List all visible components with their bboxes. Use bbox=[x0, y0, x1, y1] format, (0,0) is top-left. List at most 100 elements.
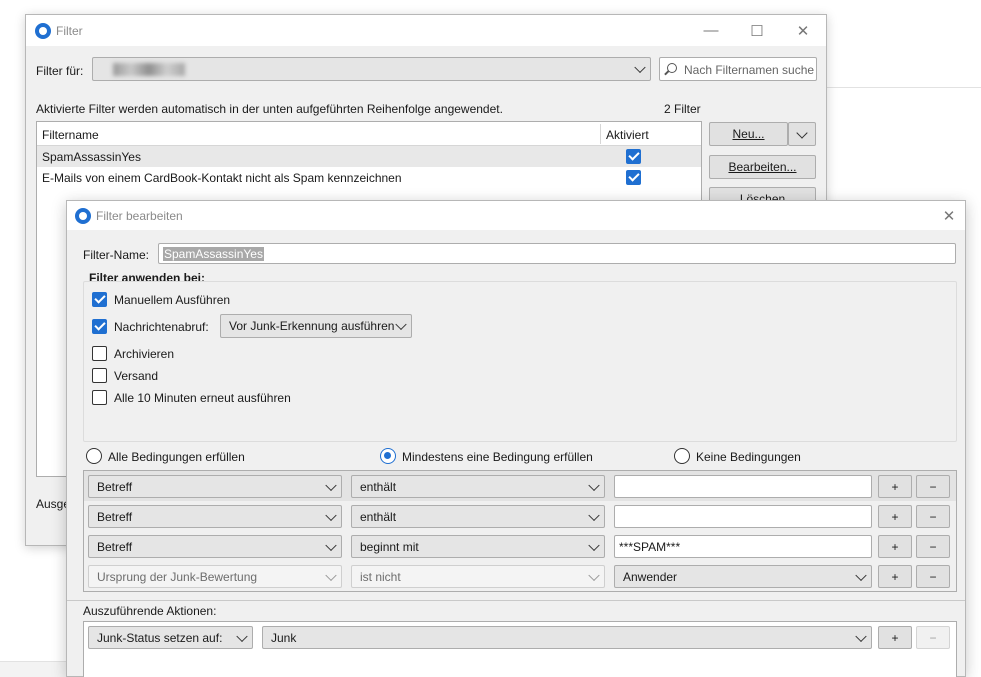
match-none-label[interactable]: Keine Bedingungen bbox=[696, 450, 801, 464]
filter-count: 2 Filter bbox=[664, 102, 701, 116]
rule-value-input[interactable]: ***SPAM*** bbox=[614, 535, 872, 558]
remove-rule-button[interactable]: − bbox=[916, 505, 950, 528]
filter-row[interactable]: SpamAssassinYes bbox=[37, 146, 701, 167]
chevron-down-icon bbox=[855, 569, 867, 581]
rule-row: Betreff beginnt mit ***SPAM*** + − bbox=[84, 531, 956, 561]
fetch-mail-label[interactable]: Nachrichtenabruf: bbox=[114, 320, 209, 334]
background-window-header bbox=[826, 0, 981, 88]
archive-checkbox[interactable] bbox=[92, 346, 107, 361]
chevron-down-icon bbox=[588, 509, 600, 521]
rule-operator-select[interactable]: beginnt mit bbox=[351, 535, 605, 558]
thunderbird-logo-icon bbox=[35, 23, 51, 39]
archive-label[interactable]: Archivieren bbox=[114, 347, 174, 361]
filter-order-info: Aktivierte Filter werden automatisch in … bbox=[36, 102, 503, 116]
thunderbird-logo-icon bbox=[75, 208, 91, 224]
rule-field-select[interactable]: Betreff bbox=[88, 505, 342, 528]
send-checkbox[interactable] bbox=[92, 368, 107, 383]
chevron-down-icon bbox=[588, 539, 600, 551]
fetch-timing-select[interactable]: Vor Junk-Erkennung ausführen bbox=[220, 314, 412, 338]
chevron-down-icon bbox=[588, 479, 600, 491]
chevron-down-icon bbox=[325, 479, 337, 491]
match-any-label[interactable]: Mindestens eine Bedingung erfüllen bbox=[402, 450, 593, 464]
edit-filter-titlebar: Filter bearbeiten ✕ bbox=[67, 201, 965, 230]
rules-list: Betreff enthält + − Betreff enthält + − bbox=[83, 470, 957, 592]
send-label[interactable]: Versand bbox=[114, 369, 158, 383]
new-filter-menu-button[interactable] bbox=[788, 122, 816, 146]
chevron-down-icon bbox=[325, 569, 337, 581]
window-title: Filter bearbeiten bbox=[96, 209, 183, 223]
window-title: Filter bbox=[56, 24, 83, 38]
actions-label: Auszuführende Aktionen: bbox=[83, 604, 217, 618]
add-rule-button[interactable]: + bbox=[878, 565, 912, 588]
remove-rule-button[interactable]: − bbox=[916, 565, 950, 588]
chevron-down-icon bbox=[796, 127, 808, 139]
add-rule-button[interactable]: + bbox=[878, 505, 912, 528]
rule-field-select[interactable]: Betreff bbox=[88, 535, 342, 558]
background-window-footer bbox=[0, 661, 66, 677]
edit-filter-button[interactable]: Bearbeiten... bbox=[709, 155, 816, 179]
filter-enabled-checkbox[interactable] bbox=[626, 149, 641, 164]
add-action-button[interactable]: + bbox=[878, 626, 912, 649]
new-filter-button[interactable]: Neu... bbox=[709, 122, 788, 146]
account-select[interactable] bbox=[92, 57, 651, 81]
periodic-run-checkbox[interactable] bbox=[92, 390, 107, 405]
filter-search-input[interactable]: Nach Filternamen suche bbox=[659, 57, 817, 81]
chevron-down-icon bbox=[325, 509, 337, 521]
manual-run-label[interactable]: Manuellem Ausführen bbox=[114, 293, 230, 307]
close-icon[interactable]: ✕ bbox=[780, 15, 826, 46]
remove-rule-button[interactable]: − bbox=[916, 535, 950, 558]
chevron-down-icon bbox=[395, 318, 407, 331]
match-all-radio[interactable] bbox=[86, 448, 102, 464]
match-any-radio[interactable] bbox=[380, 448, 396, 464]
filter-row[interactable]: E-Mails von einem CardBook-Kontakt nicht… bbox=[37, 167, 701, 188]
add-rule-button[interactable]: + bbox=[878, 535, 912, 558]
rule-value-input[interactable] bbox=[614, 505, 872, 528]
chevron-down-icon bbox=[588, 569, 600, 581]
minimize-icon[interactable]: — bbox=[688, 15, 734, 46]
rule-operator-select[interactable]: ist nicht bbox=[351, 565, 605, 588]
filter-name-label: Filter-Name: bbox=[83, 248, 150, 262]
column-aktiviert[interactable]: Aktiviert bbox=[606, 128, 649, 142]
manual-run-checkbox[interactable] bbox=[92, 292, 107, 307]
filter-name: E-Mails von einem CardBook-Kontakt nicht… bbox=[42, 171, 402, 185]
rule-field-select[interactable]: Ursprung der Junk-Bewertung bbox=[88, 565, 342, 588]
rule-row: Ursprung der Junk-Bewertung ist nicht An… bbox=[84, 561, 956, 591]
rule-row: Betreff enthält + − bbox=[84, 501, 956, 531]
remove-rule-button[interactable]: − bbox=[916, 475, 950, 498]
filter-window-titlebar: Filter — ☐ ✕ bbox=[26, 15, 826, 46]
filter-enabled-checkbox[interactable] bbox=[626, 170, 641, 185]
close-icon[interactable]: ✕ bbox=[933, 201, 965, 230]
search-placeholder: Nach Filternamen suche bbox=[684, 63, 815, 77]
filter-name: SpamAssassinYes bbox=[42, 150, 141, 164]
filter-name-input[interactable]: SpamAssassinYes bbox=[158, 243, 956, 264]
chevron-down-icon bbox=[325, 539, 337, 551]
maximize-icon[interactable]: ☐ bbox=[734, 15, 780, 46]
section-divider bbox=[67, 600, 965, 601]
match-all-label[interactable]: Alle Bedingungen erfüllen bbox=[108, 450, 245, 464]
fetch-mail-checkbox[interactable] bbox=[92, 319, 107, 334]
match-none-radio[interactable] bbox=[674, 448, 690, 464]
filter-list-header: Filtername Aktiviert bbox=[37, 122, 701, 146]
search-icon bbox=[667, 63, 677, 73]
bottom-label-partial: Ausge bbox=[36, 497, 71, 511]
periodic-run-label[interactable]: Alle 10 Minuten erneut ausführen bbox=[114, 391, 291, 405]
filter-name-value: SpamAssassinYes bbox=[163, 246, 264, 261]
add-rule-button[interactable]: + bbox=[878, 475, 912, 498]
filter-for-label: Filter für: bbox=[36, 64, 84, 78]
rule-field-select[interactable]: Betreff bbox=[88, 475, 342, 498]
chevron-down-icon bbox=[855, 630, 867, 642]
chevron-down-icon bbox=[236, 630, 248, 642]
rule-operator-select[interactable]: enthält bbox=[351, 505, 605, 528]
column-filtername[interactable]: Filtername bbox=[42, 128, 99, 142]
action-value-select[interactable]: Junk bbox=[262, 626, 872, 649]
rule-value-select[interactable]: Anwender bbox=[614, 565, 872, 588]
apply-when-group: Manuellem Ausführen Nachrichtenabruf: Vo… bbox=[83, 281, 957, 442]
actions-list: Junk-Status setzen auf: Junk + − bbox=[83, 621, 957, 677]
chevron-down-icon bbox=[634, 61, 646, 74]
rule-row: Betreff enthält + − bbox=[84, 471, 956, 501]
rule-operator-select[interactable]: enthält bbox=[351, 475, 605, 498]
remove-action-button[interactable]: − bbox=[916, 626, 950, 649]
account-name-redacted bbox=[113, 63, 185, 76]
action-type-select[interactable]: Junk-Status setzen auf: bbox=[88, 626, 253, 649]
rule-value-input[interactable] bbox=[614, 475, 872, 498]
